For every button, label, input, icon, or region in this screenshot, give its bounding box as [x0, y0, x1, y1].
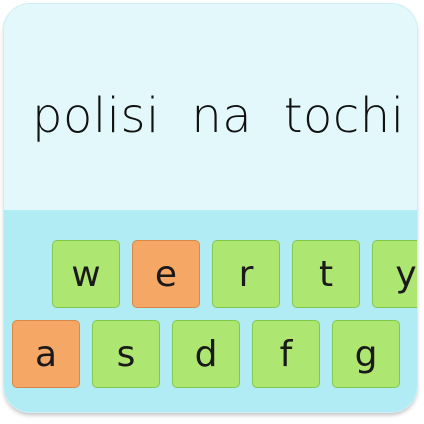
key-t[interactable]: t: [292, 240, 360, 308]
key-d[interactable]: d: [172, 320, 240, 388]
key-w[interactable]: w: [52, 240, 120, 308]
key-g[interactable]: g: [332, 320, 400, 388]
key-f[interactable]: f: [252, 320, 320, 388]
key-r[interactable]: r: [212, 240, 280, 308]
phrase-text: polisi na tochi: [32, 88, 405, 144]
app-card: polisi na tochi w e r t y a s d f g: [4, 4, 417, 412]
text-display-area: polisi na tochi: [4, 4, 417, 210]
key-a[interactable]: a: [12, 320, 80, 388]
key-e[interactable]: e: [132, 240, 200, 308]
onscreen-keyboard: w e r t y a s d f g: [4, 210, 417, 412]
key-y[interactable]: y: [372, 240, 417, 308]
key-s[interactable]: s: [92, 320, 160, 388]
